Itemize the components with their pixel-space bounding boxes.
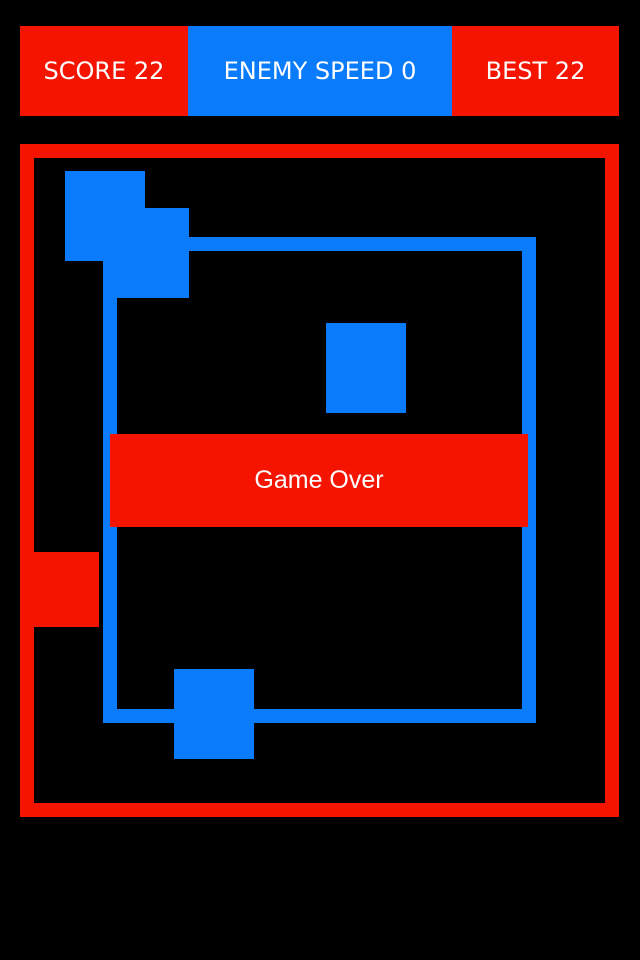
enemy-speed-label: ENEMY SPEED 0 [223,57,417,85]
enemy-block [174,669,254,759]
player-block[interactable] [34,552,99,627]
score-label: SCORE 22 [43,57,165,85]
best-score-label: BEST 22 [485,57,586,85]
enemy-block [105,208,189,298]
enemy-block [326,323,406,413]
best-score-display: BEST 22 [452,26,619,116]
game-over-text: Game Over [254,466,384,494]
score-display: SCORE 22 [20,26,188,116]
enemy-speed-display: ENEMY SPEED 0 [188,26,452,116]
game-over-banner[interactable]: Game Over [110,434,528,527]
